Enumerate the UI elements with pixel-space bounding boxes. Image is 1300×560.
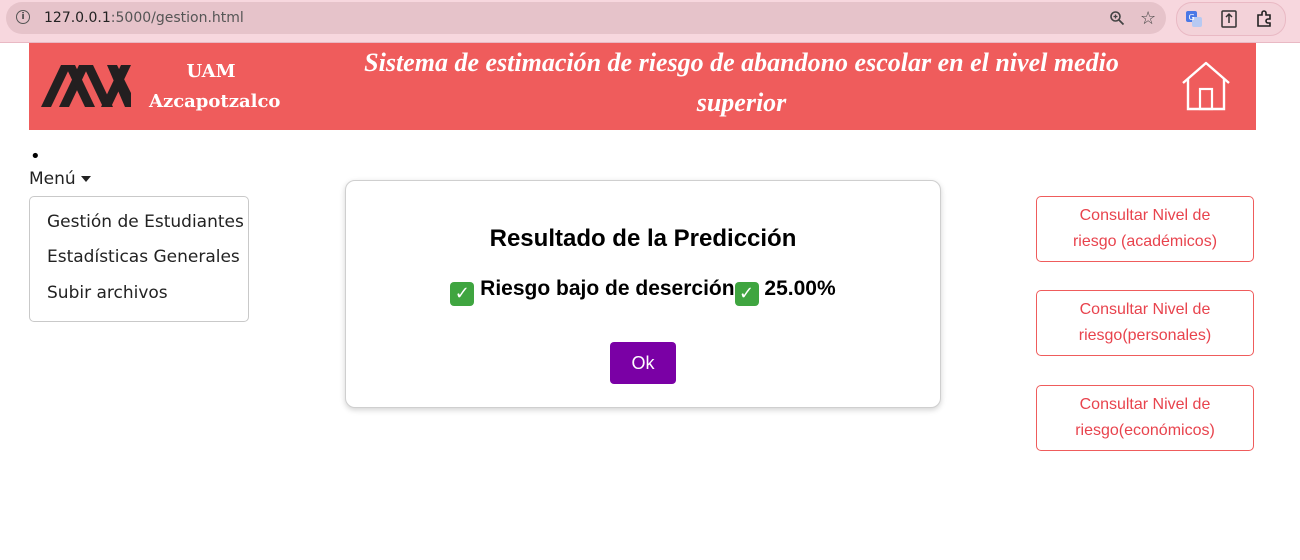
result-percentage: 25.00% <box>764 277 836 300</box>
menu-item-subir-archivos[interactable]: Subir archivos <box>47 283 168 303</box>
result-text: Riesgo bajo de deserción <box>480 277 735 300</box>
modal-title: Resultado de la Predicción <box>489 225 797 252</box>
svg-text:G: G <box>1189 13 1195 22</box>
check-mark-icon: ✓ <box>450 282 475 306</box>
check-mark-icon: ✓ <box>734 282 759 306</box>
ok-button[interactable]: Ok <box>610 342 676 384</box>
upload-extension-icon[interactable] <box>1221 10 1237 28</box>
translate-extension-icon[interactable]: G <box>1185 10 1203 28</box>
uam-logo <box>41 65 131 107</box>
site-header: UAM Azcapotzalco Sistema de estimación d… <box>29 43 1256 130</box>
puzzle-extensions-icon[interactable] <box>1255 10 1273 28</box>
list-bullet: • <box>30 146 41 167</box>
menu-item-gestion-estudiantes[interactable]: Gestión de Estudiantes <box>47 212 244 232</box>
menu-dropdown: Gestión de Estudiantes Estadísticas Gene… <box>29 196 249 322</box>
prediction-result-modal: Resultado de la Predicción ✓ Riesgo bajo… <box>345 180 941 408</box>
home-icon[interactable] <box>1179 59 1233 113</box>
prediction-result: ✓ Riesgo bajo de deserción ✓ 25.00% <box>346 277 940 306</box>
org-line-1: UAM <box>186 61 236 82</box>
browser-toolbar: i 127.0.0.1:5000/gestion.html ☆ G <box>0 0 1300 43</box>
menu-item-estadisticas-generales[interactable]: Estadísticas Generales <box>47 247 240 267</box>
org-name: UAM Azcapotzalco <box>149 57 281 117</box>
org-line-2: Azcapotzalco <box>149 91 281 112</box>
site-info-icon[interactable]: i <box>16 10 30 24</box>
caret-down-icon <box>80 176 91 182</box>
menu-toggle-label: Menú <box>29 169 76 189</box>
site-title: Sistema de estimación de riesgo de aband… <box>364 48 1119 117</box>
consult-personal-risk-button[interactable]: Consultar Nivel de riesgo(personales) <box>1036 290 1254 356</box>
consult-economic-risk-button[interactable]: Consultar Nivel de riesgo(económicos) <box>1036 385 1254 451</box>
bookmark-star-icon[interactable]: ☆ <box>1140 8 1156 29</box>
extensions-group: G <box>1176 2 1286 36</box>
address-bar[interactable]: i 127.0.0.1:5000/gestion.html ☆ <box>6 2 1166 34</box>
zoom-icon[interactable] <box>1109 10 1125 26</box>
menu-toggle[interactable]: Menú <box>29 169 91 189</box>
url-text[interactable]: 127.0.0.1:5000/gestion.html <box>44 10 244 26</box>
consult-academic-risk-button[interactable]: Consultar Nivel de riesgo (académicos) <box>1036 196 1254 262</box>
